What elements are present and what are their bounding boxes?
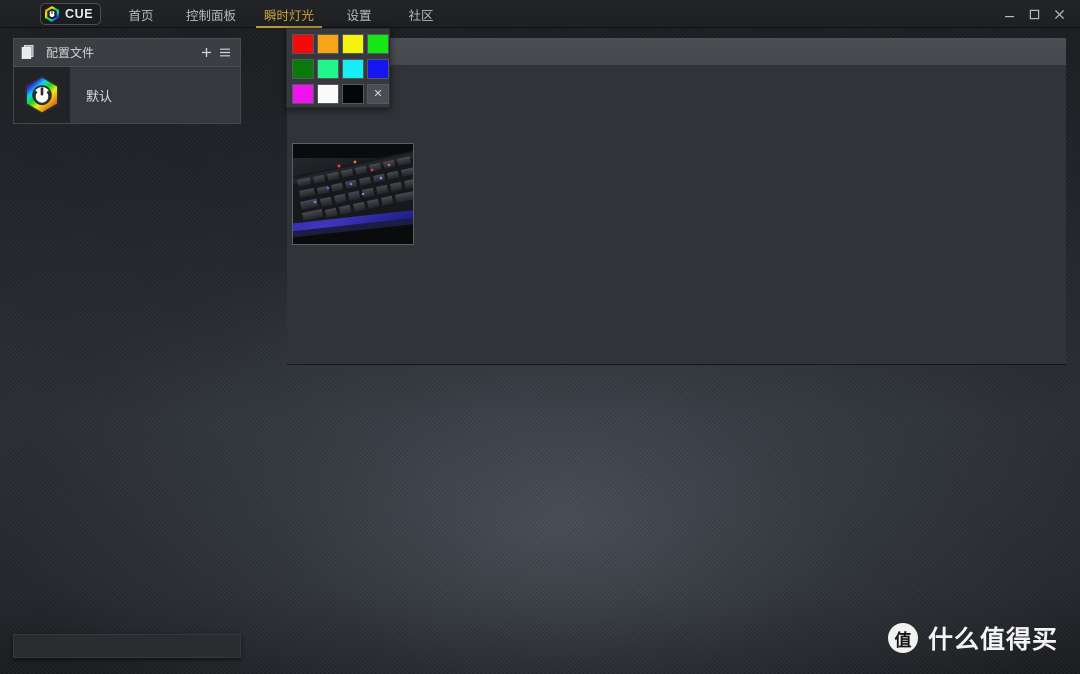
profiles-list: 默认 <box>13 66 241 124</box>
swatch-black[interactable] <box>342 84 364 104</box>
swatch-yellow[interactable] <box>342 34 364 54</box>
close-icon[interactable] <box>1048 3 1070 25</box>
list-item[interactable]: 默认 <box>14 67 240 123</box>
swatch-cyan[interactable] <box>342 59 364 79</box>
cue-hex-logo-icon <box>43 5 61 23</box>
tab-instant-lighting[interactable]: 瞬时灯光 <box>250 0 328 28</box>
profiles-header: 配置文件 <box>13 38 241 66</box>
cue-hex-profile-icon <box>14 67 70 123</box>
profile-name: 默认 <box>86 89 113 105</box>
bottom-status-bar <box>13 634 241 658</box>
maximize-icon[interactable] <box>1023 3 1045 25</box>
watermark-badge-icon: 值 <box>887 623 918 653</box>
swatch-blue[interactable] <box>367 59 389 79</box>
swatch-green[interactable] <box>367 34 389 54</box>
profiles-sidebar: 配置文件 默认 <box>13 38 241 128</box>
title-bar: CUE 首页 控制面板 瞬时灯光 设置 社区 <box>0 0 1080 28</box>
swatch-red[interactable] <box>292 34 314 54</box>
tab-control-panel[interactable]: 控制面板 <box>172 0 250 28</box>
tab-settings[interactable]: 设置 <box>328 0 390 28</box>
main-navigation: 首页 控制面板 瞬时灯光 设置 社区 <box>110 0 452 28</box>
tab-home[interactable]: 首页 <box>110 0 172 28</box>
swatch-orange[interactable] <box>317 34 339 54</box>
profiles-title: 配置文件 <box>46 46 95 60</box>
watermark: 值 什么值得买 <box>887 620 1058 656</box>
color-palette-popup: ✕ <box>286 28 390 108</box>
window-controls <box>998 0 1070 28</box>
app-logo: CUE <box>40 3 102 25</box>
minimize-icon[interactable] <box>998 3 1020 25</box>
keyboard-thumbnail[interactable] <box>292 143 414 245</box>
tab-community[interactable]: 社区 <box>390 0 452 28</box>
main-content-panel <box>287 38 1066 365</box>
pages-stack-icon <box>20 44 37 61</box>
app-logo-text: CUE <box>65 7 94 21</box>
add-profile-button[interactable] <box>199 45 214 61</box>
watermark-text: 什么值得买 <box>927 625 1058 654</box>
swatch-dark-green[interactable] <box>292 59 314 79</box>
keyboard-photo <box>293 144 413 244</box>
color-swatch-grid: ✕ <box>292 34 389 108</box>
swatch-spring-green[interactable] <box>317 59 339 79</box>
profiles-menu-button[interactable] <box>217 45 232 61</box>
swatch-white[interactable] <box>317 84 339 104</box>
swatch-magenta[interactable] <box>292 84 314 104</box>
content-body <box>287 67 1066 365</box>
content-toolbar <box>287 38 1066 66</box>
clear-color-button[interactable]: ✕ <box>367 84 389 104</box>
